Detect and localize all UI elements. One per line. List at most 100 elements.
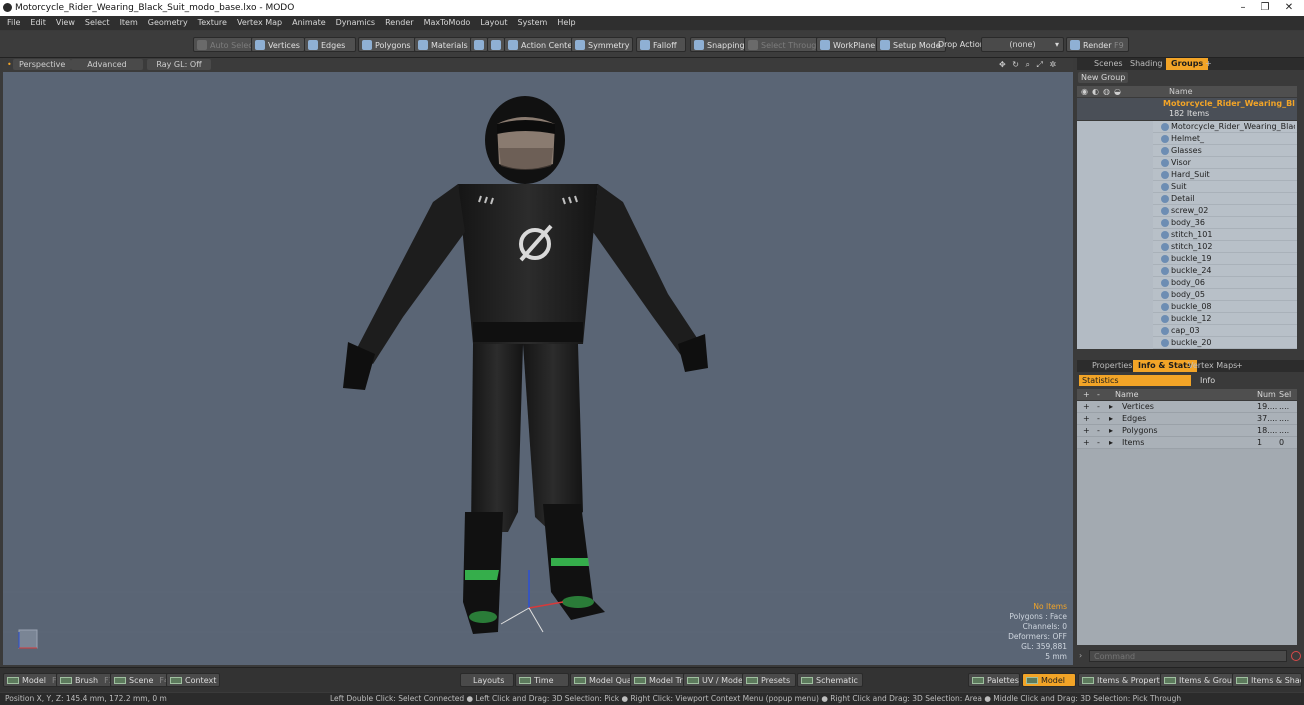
list-item[interactable]: body_06 bbox=[1077, 277, 1297, 289]
list-item[interactable]: cap_03 bbox=[1077, 325, 1297, 337]
list-item[interactable]: Suit bbox=[1077, 181, 1297, 193]
3d-viewport[interactable]: No Items Polygons : Face Channels: 0 Def… bbox=[3, 72, 1073, 665]
menu-maxtomodo[interactable]: MaxToModo bbox=[424, 16, 471, 30]
list-item[interactable]: Visor bbox=[1077, 157, 1297, 169]
close-button[interactable]: ✕ bbox=[1274, 0, 1304, 16]
palettes-button[interactable]: Palettes bbox=[968, 673, 1020, 687]
snapping-button[interactable]: Snapping bbox=[690, 37, 750, 52]
info-tab[interactable]: Info bbox=[1197, 375, 1215, 386]
expand-all-icon[interactable]: + bbox=[1083, 389, 1090, 400]
list-item[interactable]: buckle_12 bbox=[1077, 313, 1297, 325]
advanced-button[interactable]: Advanced bbox=[71, 59, 143, 70]
viewport-stat-polygons: Polygons : Face bbox=[1009, 612, 1067, 621]
uv-model-button[interactable]: UV / Model bbox=[683, 673, 751, 687]
vertices-button[interactable]: Vertices bbox=[251, 37, 305, 52]
setup-mode-button[interactable]: Setup Mode bbox=[876, 37, 946, 52]
symmetry-icon bbox=[575, 40, 585, 50]
expand-arrow-icon[interactable]: ▸ bbox=[1109, 401, 1113, 413]
list-item[interactable]: buckle_08 bbox=[1077, 301, 1297, 313]
command-stop-icon[interactable] bbox=[1291, 651, 1301, 661]
expand-arrow-icon[interactable]: ▸ bbox=[1109, 425, 1113, 437]
menu-view[interactable]: View bbox=[56, 16, 75, 30]
falloff-button[interactable]: Falloff bbox=[636, 37, 686, 52]
menu-bar: File Edit View Select Item Geometry Texture Ver… bbox=[0, 16, 1304, 30]
pivot-mode-button[interactable] bbox=[487, 37, 505, 52]
symmetry-button[interactable]: Symmetry bbox=[571, 37, 633, 52]
list-item[interactable]: screw_02 bbox=[1077, 205, 1297, 217]
tab-add[interactable]: + bbox=[1200, 58, 1217, 70]
table-row[interactable]: + - ▸ Polygons 18........ bbox=[1077, 425, 1297, 437]
list-item[interactable]: Detail bbox=[1077, 193, 1297, 205]
command-input[interactable] bbox=[1089, 650, 1287, 662]
list-item[interactable]: buckle_20 bbox=[1077, 337, 1297, 349]
list-item[interactable]: Motorcycle_Rider_Wearing_Black_ ... bbox=[1077, 121, 1297, 133]
tab-scenes[interactable]: Scenes bbox=[1089, 58, 1128, 70]
action-center-button[interactable]: Action Center bbox=[504, 37, 581, 52]
group-row[interactable]: Motorcycle_Rider_Wearing_Bla ... 182 Ite… bbox=[1077, 98, 1297, 120]
menu-dynamics[interactable]: Dynamics bbox=[336, 16, 375, 30]
time-button[interactable]: Time bbox=[515, 673, 569, 687]
layout-icon bbox=[574, 677, 586, 684]
layout-icon bbox=[687, 677, 699, 684]
polygons-icon bbox=[362, 40, 372, 50]
new-group-button[interactable]: New Group bbox=[1078, 72, 1129, 83]
list-item[interactable]: body_05 bbox=[1077, 289, 1297, 301]
presets-button[interactable]: Presets bbox=[742, 673, 796, 687]
list-item[interactable]: Helmet_ bbox=[1077, 133, 1297, 145]
mesh-icon bbox=[1161, 219, 1169, 227]
setup-mode-icon bbox=[880, 40, 890, 50]
menu-help[interactable]: Help bbox=[557, 16, 575, 30]
statistics-tab[interactable]: Statistics bbox=[1079, 375, 1191, 386]
schematic-button[interactable]: Schematic bbox=[797, 673, 863, 687]
drop-action-dropdown[interactable]: (none) ▾ bbox=[981, 37, 1064, 52]
menu-texture[interactable]: Texture bbox=[198, 16, 227, 30]
raygl-button[interactable]: Ray GL: Off bbox=[147, 59, 211, 70]
menu-animate[interactable]: Animate bbox=[292, 16, 326, 30]
tab-add-info[interactable]: + bbox=[1231, 360, 1248, 372]
list-item[interactable]: stitch_101 bbox=[1077, 229, 1297, 241]
table-row[interactable]: + - ▸ Edges 37........ bbox=[1077, 413, 1297, 425]
items-shading-button[interactable]: Items & Shading bbox=[1232, 673, 1302, 687]
menu-vertex-map[interactable]: Vertex Map bbox=[237, 16, 282, 30]
context-layout-button[interactable]: Context bbox=[166, 673, 220, 687]
list-item[interactable]: Glasses bbox=[1077, 145, 1297, 157]
tab-shading[interactable]: Shading bbox=[1125, 58, 1168, 70]
menu-select[interactable]: Select bbox=[85, 16, 110, 30]
mesh-icon bbox=[1161, 123, 1169, 131]
rider-model[interactable] bbox=[343, 96, 708, 634]
table-row[interactable]: + - ▸ Vertices 19........ bbox=[1077, 401, 1297, 413]
menu-geometry[interactable]: Geometry bbox=[148, 16, 188, 30]
menu-system[interactable]: System bbox=[518, 16, 548, 30]
menu-layout[interactable]: Layout bbox=[480, 16, 507, 30]
viewport-header: • Perspective Advanced Ray GL: Off ✥ ↻ ⌕… bbox=[3, 58, 1073, 80]
menu-edit[interactable]: Edit bbox=[30, 16, 46, 30]
model-tri-button[interactable]: Model Tri bbox=[630, 673, 690, 687]
viewport-nav-icons[interactable]: ✥ ↻ ⌕ ⤢ ✲ ▸ bbox=[993, 59, 1073, 80]
list-item[interactable]: stitch_102 bbox=[1077, 241, 1297, 253]
expand-arrow-icon[interactable]: ▸ bbox=[1109, 437, 1113, 449]
render-button[interactable]: Render F9 bbox=[1066, 37, 1129, 52]
menu-item[interactable]: Item bbox=[120, 16, 138, 30]
list-item[interactable]: body_36 bbox=[1077, 217, 1297, 229]
tab-properties[interactable]: Properties bbox=[1087, 360, 1137, 372]
select-through-button[interactable]: Select Through bbox=[744, 37, 827, 52]
list-item[interactable]: Hard_Suit bbox=[1077, 169, 1297, 181]
table-row[interactable]: + - ▸ Items 1 0 bbox=[1077, 437, 1297, 449]
model-active-button[interactable]: Model bbox=[1022, 673, 1076, 687]
menu-file[interactable]: File bbox=[7, 16, 20, 30]
polygons-button[interactable]: Polygons bbox=[358, 37, 416, 52]
mesh-icon bbox=[1161, 315, 1169, 323]
edges-button[interactable]: Edges bbox=[304, 37, 356, 52]
view-type-button[interactable]: Perspective bbox=[13, 59, 72, 70]
list-item[interactable]: buckle_19 bbox=[1077, 253, 1297, 265]
layouts-button[interactable]: Layouts bbox=[460, 673, 514, 687]
expand-arrow-icon[interactable]: ▸ bbox=[1109, 413, 1113, 425]
workplane-button[interactable]: WorkPlane bbox=[816, 37, 881, 52]
menu-render[interactable]: Render bbox=[385, 16, 413, 30]
item-mode-button[interactable] bbox=[470, 37, 488, 52]
bottom-bar: ModelF2 BrushF3 SceneF4 Context Layouts … bbox=[0, 667, 1304, 692]
list-item[interactable]: buckle_24 bbox=[1077, 265, 1297, 277]
scene-layout-button[interactable]: Scene F4 bbox=[110, 673, 175, 687]
materials-button[interactable]: Materials bbox=[414, 37, 473, 52]
collapse-all-icon[interactable]: - bbox=[1097, 389, 1100, 400]
